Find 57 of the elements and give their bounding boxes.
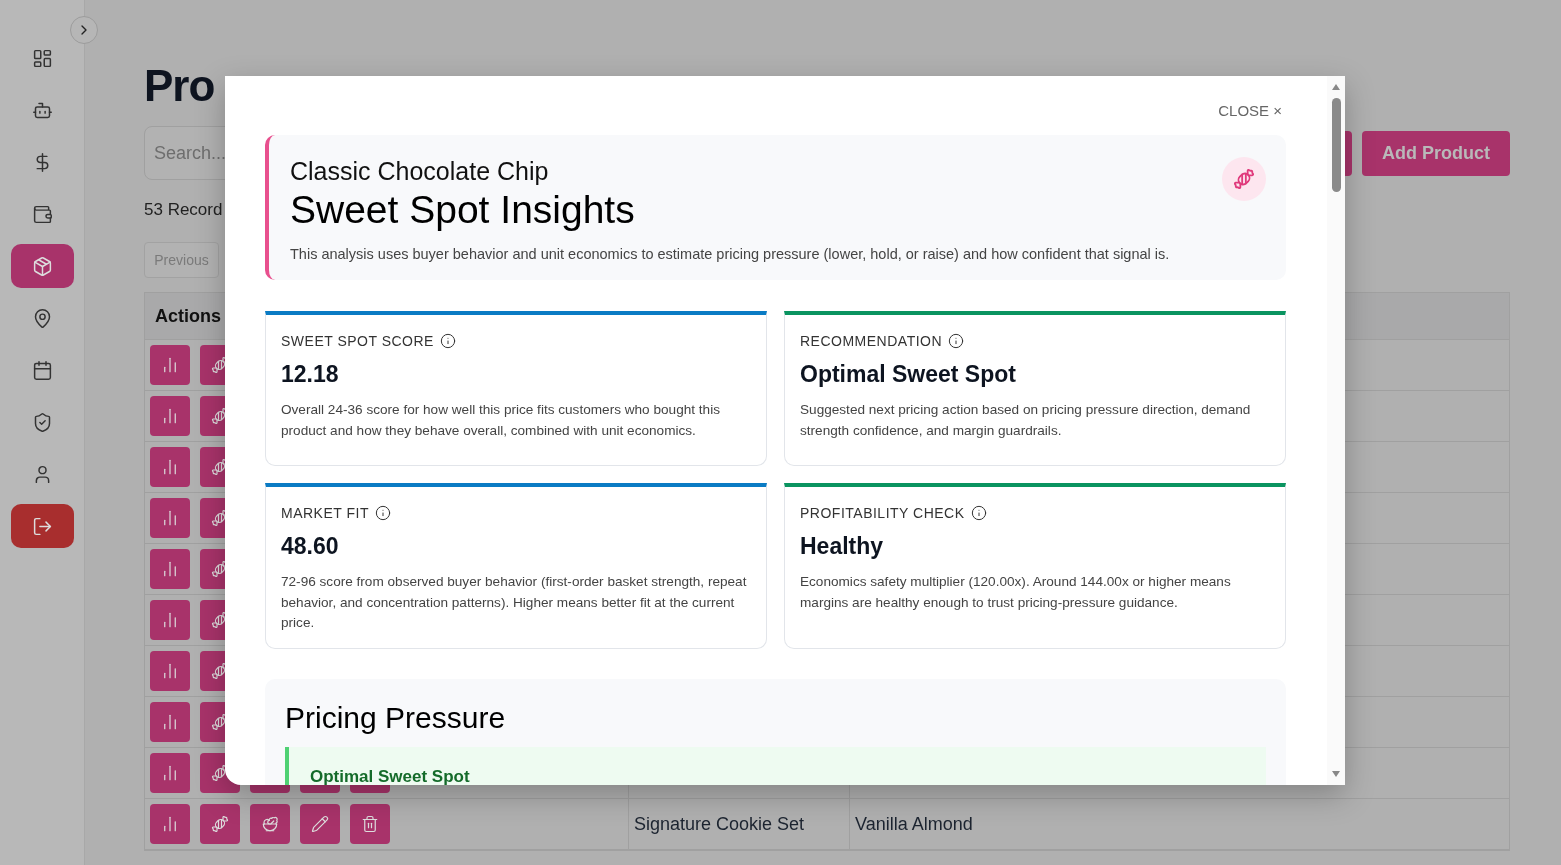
bar-chart-icon: [161, 662, 179, 680]
info-icon[interactable]: [948, 333, 965, 349]
metric-label: MARKET FIT: [281, 505, 369, 521]
calendar-icon: [31, 359, 53, 381]
bar-chart-icon: [161, 611, 179, 629]
info-icon[interactable]: [374, 505, 391, 521]
metric-value: Healthy: [800, 533, 885, 560]
metric-value: 12.18: [281, 361, 340, 388]
column-header: Actions: [154, 305, 221, 327]
record-count: 53 Record: [144, 200, 223, 220]
metric-label: SWEET SPOT SCORE: [281, 333, 434, 349]
metric-description: 72-96 score from observed buyer behavior (first-order basket strength, repeat behavior, and concentration patterns). Higher means better fit at the current price.: [281, 573, 748, 632]
candy-icon: [1222, 157, 1266, 201]
pencil-icon: [311, 815, 329, 833]
dialog-description: This analysis uses buyer behavior and unit economics to estimate pricing pressure (lower, hold, or raise) and how confident that signal is.: [290, 246, 1170, 262]
bar-chart-icon: [161, 509, 179, 527]
bar-chart-icon: [161, 407, 179, 425]
bar-chart-icon: [161, 458, 179, 476]
action-button[interactable]: [350, 804, 390, 844]
bar-chart-icon: [161, 815, 179, 833]
metric-description: Economics safety multiplier (120.00x). Around 144.00x or higher means margins are healthy enough to trust pricing-pressure guidance.: [800, 573, 1232, 612]
metric-description: Suggested next pricing action based on pricing pressure direction, demand strength confidence, and margin guardrails.: [800, 401, 1252, 440]
collapse-toggle[interactable]: [70, 16, 98, 44]
info-icon[interactable]: [439, 333, 456, 349]
wallet-icon: [31, 203, 53, 225]
logout-button[interactable]: [10, 504, 74, 548]
table-cell: Vanilla Almond: [855, 813, 973, 835]
close-button[interactable]: CLOSE ×: [1218, 102, 1282, 119]
sidebar-item[interactable]: [10, 244, 74, 288]
bar-chart-icon: [161, 356, 179, 374]
action-button[interactable]: [300, 804, 340, 844]
metric-value: Optimal Sweet Spot: [800, 361, 1017, 388]
metric-label: RECOMMENDATION: [800, 333, 943, 349]
previous-button[interactable]: Previous: [144, 242, 219, 278]
table-cell: Signature Cookie Set: [634, 813, 805, 835]
logout-icon: [31, 515, 53, 537]
metric-description: Overall 24-36 score for how well this price fits customers who bought this product and how they behave overall, combined with unit economics.: [281, 401, 721, 440]
trash-icon: [361, 815, 379, 833]
page-title: Pro: [144, 61, 215, 111]
bar-chart-icon: [161, 560, 179, 578]
add-product-button[interactable]: Add Product: [1362, 130, 1510, 176]
product-name: Classic Chocolate Chip: [290, 157, 550, 186]
bowl-icon: [261, 815, 279, 833]
bar-chart-icon: [161, 713, 179, 731]
info-icon[interactable]: [970, 505, 987, 521]
dashboard-icon: [31, 47, 53, 69]
action-button[interactable]: [250, 804, 290, 844]
metric-value: 48.60: [281, 533, 340, 560]
metric-label: PROFITABILITY CHECK: [800, 505, 965, 521]
action-button[interactable]: [200, 804, 240, 844]
candy-icon: [211, 815, 229, 833]
bar-chart-icon: [161, 764, 179, 782]
section-title: Pricing Pressure: [285, 700, 507, 735]
package-icon: [31, 255, 53, 277]
scrollbar[interactable]: [1327, 76, 1345, 785]
dialog-title: Sweet Spot Insights: [290, 188, 636, 232]
status-text: Optimal Sweet Spot: [310, 766, 470, 785]
